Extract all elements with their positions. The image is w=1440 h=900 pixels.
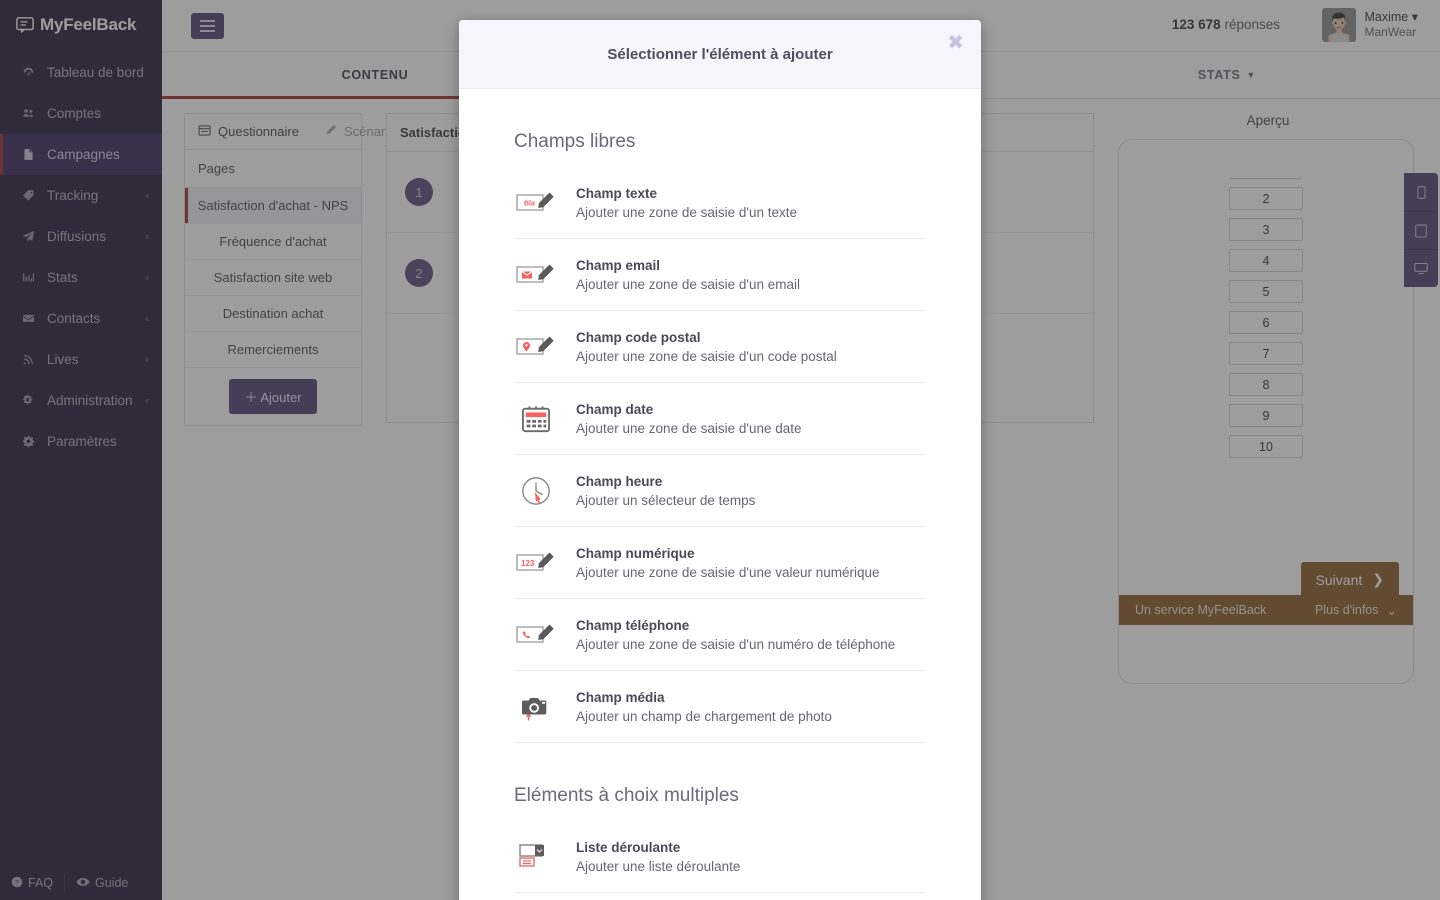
- option-text: Champ date Ajouter une zone de saisie d'…: [576, 401, 802, 436]
- option-desc: Ajouter une zone de saisie d'une valeur …: [576, 565, 880, 580]
- option-champ-telephone[interactable]: Champ téléphone Ajouter une zone de sais…: [514, 599, 926, 671]
- option-title: Champ numérique: [576, 546, 695, 561]
- phone-field-icon: [514, 622, 558, 648]
- option-liste-deroulante-personnalisee[interactable]: Liste déroulante personnalisée Ajouter u…: [514, 893, 926, 900]
- number-field-icon: 123: [514, 550, 558, 576]
- dropdown-icon: [514, 843, 558, 871]
- option-desc: Ajouter un champ de chargement de photo: [576, 709, 832, 724]
- option-desc: Ajouter une zone de saisie d'une date: [576, 421, 802, 436]
- option-title: Champ email: [576, 258, 661, 273]
- camera-upload-icon: [514, 693, 558, 721]
- text-field-icon: Bla: [514, 190, 558, 216]
- option-desc: Ajouter une zone de saisie d'un code pos…: [576, 349, 837, 364]
- option-title: Liste déroulante: [576, 840, 681, 855]
- close-icon[interactable]: ✖: [947, 33, 964, 53]
- option-champ-code-postal[interactable]: Champ code postal Ajouter une zone de sa…: [514, 311, 926, 383]
- option-champ-numerique[interactable]: 123 Champ numérique Ajouter une zone de …: [514, 527, 926, 599]
- option-champ-texte[interactable]: Bla Champ texte Ajouter une zone de sais…: [514, 167, 926, 239]
- svg-text:123: 123: [521, 559, 535, 568]
- select-element-modal: Sélectionner l'élément à ajouter ✖ Champ…: [459, 20, 981, 900]
- option-title: Champ code postal: [576, 330, 701, 345]
- option-title: Champ heure: [576, 474, 663, 489]
- option-champ-date[interactable]: Champ date Ajouter une zone de saisie d'…: [514, 383, 926, 455]
- option-desc: Ajouter une zone de saisie d'un email: [576, 277, 800, 292]
- option-text: Champ numérique Ajouter une zone de sais…: [576, 545, 880, 580]
- option-champ-heure[interactable]: Champ heure Ajouter un sélecteur de temp…: [514, 455, 926, 527]
- clock-icon: [514, 476, 558, 506]
- option-champ-email[interactable]: Champ email Ajouter une zone de saisie d…: [514, 239, 926, 311]
- option-text: Champ heure Ajouter un sélecteur de temp…: [576, 473, 755, 508]
- option-text: Champ email Ajouter une zone de saisie d…: [576, 257, 800, 292]
- option-title: Champ téléphone: [576, 618, 690, 633]
- email-field-icon: [514, 262, 558, 288]
- option-desc: Ajouter une zone de saisie d'un texte: [576, 205, 797, 220]
- option-desc: Ajouter un sélecteur de temps: [576, 493, 756, 508]
- option-title: Champ média: [576, 690, 665, 705]
- section-title-choix-multiples: Eléments à choix multiples: [514, 785, 739, 806]
- option-desc: Ajouter une liste déroulante: [576, 859, 741, 874]
- modal-header: Sélectionner l'élément à ajouter ✖: [459, 20, 981, 89]
- option-desc: Ajouter une zone de saisie d'un numéro d…: [576, 637, 896, 652]
- calendar-icon: [514, 405, 558, 433]
- section-title-champs-libres: Champs libres: [514, 131, 636, 152]
- modal-title: Sélectionner l'élément à ajouter: [607, 45, 833, 63]
- option-text: Champ texte Ajouter une zone de saisie d…: [576, 185, 797, 220]
- option-text: Champ code postal Ajouter une zone de sa…: [576, 329, 837, 364]
- option-title: Champ date: [576, 402, 654, 417]
- option-liste-deroulante[interactable]: Liste déroulante Ajouter une liste dérou…: [514, 821, 926, 893]
- option-champ-media[interactable]: Champ média Ajouter un champ de chargeme…: [514, 671, 926, 743]
- option-text: Liste déroulante Ajouter une liste dérou…: [576, 839, 740, 874]
- option-text: Champ téléphone Ajouter une zone de sais…: [576, 617, 895, 652]
- option-text: Champ média Ajouter un champ de chargeme…: [576, 689, 832, 724]
- modal-body: Champs libres Bla Champ texte Ajouter un…: [459, 131, 981, 900]
- zipcode-field-icon: [514, 334, 558, 360]
- svg-text:Bla: Bla: [524, 200, 535, 207]
- app-root: MyFeelBack Tableau de bord Comptes Campa…: [0, 0, 1440, 900]
- option-title: Champ texte: [576, 186, 658, 201]
